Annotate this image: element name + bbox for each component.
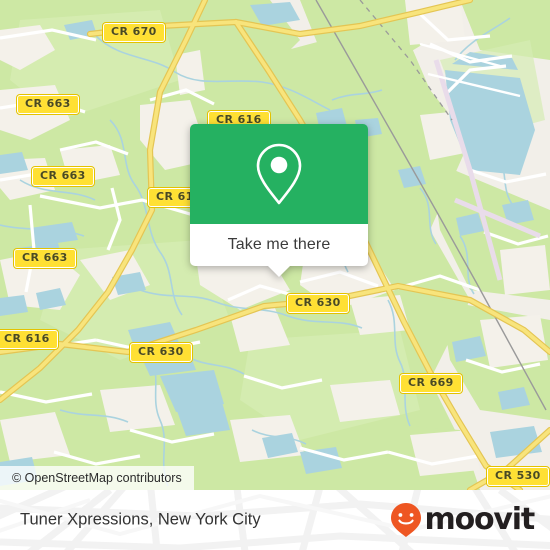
road-shield: CR 630 <box>130 343 192 362</box>
road-shield: CR 663 <box>32 167 94 186</box>
popup-header <box>190 124 368 224</box>
road-shield: CR 670 <box>103 23 165 42</box>
moovit-map-screenshot: CR 670 CR 663 CR 616 CR 663 CR 616 CR 663 CR 6… <box>0 0 550 550</box>
take-me-there-label: Take me there <box>227 236 331 253</box>
map-canvas[interactable]: CR 670 CR 663 CR 616 CR 663 CR 616 CR 663 CR 6… <box>0 0 550 490</box>
road-shield: CR 616 <box>0 330 58 349</box>
destination-popup-card[interactable]: Take me there <box>190 124 368 277</box>
map-attribution[interactable]: © OpenStreetMap contributors <box>0 466 194 490</box>
map-pin-icon <box>256 143 302 205</box>
road-shield: CR 630 <box>287 294 349 313</box>
road-shield: CR 663 <box>17 95 79 114</box>
moovit-logo[interactable]: moovit <box>389 502 536 538</box>
popup-action-bar[interactable]: Take me there <box>190 224 368 277</box>
popup-pointer-tail <box>268 266 290 277</box>
moovit-wordmark: moovit <box>424 502 536 537</box>
place-title: Tuner Xpressions, New York City <box>20 510 261 529</box>
road-shield: CR 669 <box>400 374 462 393</box>
road-shield: CR 663 <box>14 249 76 268</box>
bottom-info-bar: Tuner Xpressions, New York City moovit <box>0 490 550 550</box>
road-shield: CR 530 <box>487 467 549 486</box>
moovit-smiling-pin-icon <box>390 503 421 537</box>
